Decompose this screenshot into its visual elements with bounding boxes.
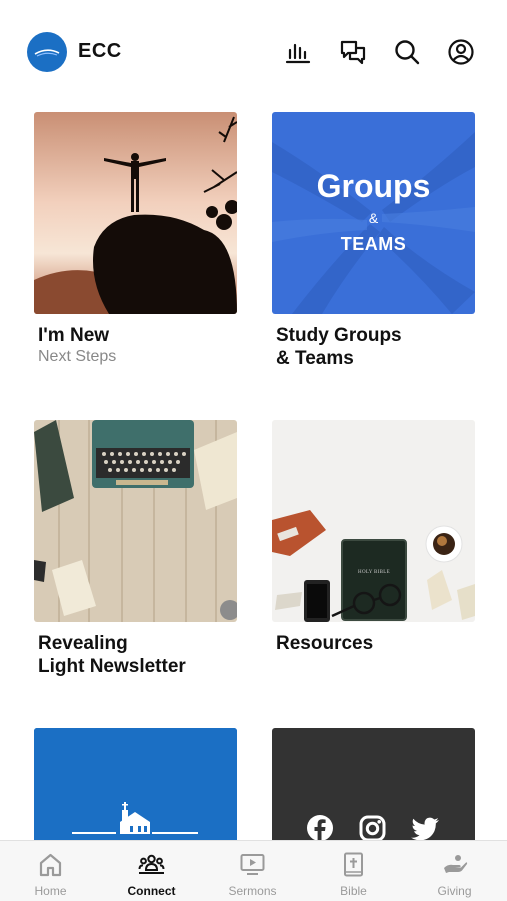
- app-name: ECC: [78, 40, 122, 62]
- nav-giving-label: Giving: [437, 884, 472, 898]
- video-icon: [240, 854, 265, 875]
- card-subtitle: Next Steps: [38, 348, 117, 365]
- nav-sermons-label: Sermons: [228, 884, 277, 898]
- app-header: ECC: [0, 0, 507, 100]
- twitter-icon: [410, 816, 440, 840]
- groups-image-line3: TEAMS: [340, 234, 407, 254]
- facebook-icon: [306, 814, 334, 840]
- typewriter-image: [34, 420, 237, 622]
- card-title: Resources: [276, 633, 374, 654]
- card-im-new[interactable]: I'm New Next Steps: [34, 112, 237, 366]
- card-resources[interactable]: HOLY BIBLE Resources: [272, 420, 475, 655]
- people-icon: [138, 854, 165, 874]
- nav-home-label: Home: [34, 884, 67, 898]
- card-title: Revealing Light Newsletter: [38, 633, 186, 677]
- card-church[interactable]: [34, 728, 237, 840]
- account-icon[interactable]: [447, 38, 475, 66]
- nav-bible-label: Bible: [340, 884, 367, 898]
- hand-icon: [444, 855, 468, 873]
- nav-sermons[interactable]: Sermons: [202, 841, 303, 901]
- social-image: [272, 728, 475, 840]
- im-new-image: [34, 112, 237, 314]
- groups-teams-image: Groups & TEAMS: [272, 112, 475, 314]
- groups-image-line1: Groups: [316, 168, 431, 204]
- bible-cover-text: HOLY BIBLE: [358, 570, 390, 575]
- bible-icon: [344, 852, 363, 877]
- card-title: I'm New: [38, 325, 110, 346]
- bible-image: HOLY BIBLE: [272, 420, 475, 622]
- card-study-groups[interactable]: Groups & TEAMS Study Groups & Teams: [272, 112, 475, 370]
- nav-giving[interactable]: Giving: [404, 841, 505, 901]
- card-title: Study Groups & Teams: [276, 325, 402, 369]
- church-image: [34, 728, 237, 840]
- chat-icon[interactable]: [339, 38, 367, 66]
- card-newsletter[interactable]: Revealing Light Newsletter: [34, 420, 237, 678]
- home-icon: [39, 853, 62, 877]
- search-icon[interactable]: [393, 38, 421, 66]
- nav-home[interactable]: Home: [0, 841, 101, 901]
- bottom-nav: Home Connect Sermons Bible Giving: [0, 840, 507, 901]
- stats-icon[interactable]: [284, 38, 312, 66]
- instagram-icon: [359, 815, 386, 840]
- church-logo[interactable]: [27, 32, 67, 72]
- nav-bible[interactable]: Bible: [303, 841, 404, 901]
- card-social[interactable]: [272, 728, 475, 840]
- nav-connect-label: Connect: [127, 884, 176, 898]
- nav-connect[interactable]: Connect: [101, 841, 202, 901]
- groups-image-line2: &: [368, 210, 379, 226]
